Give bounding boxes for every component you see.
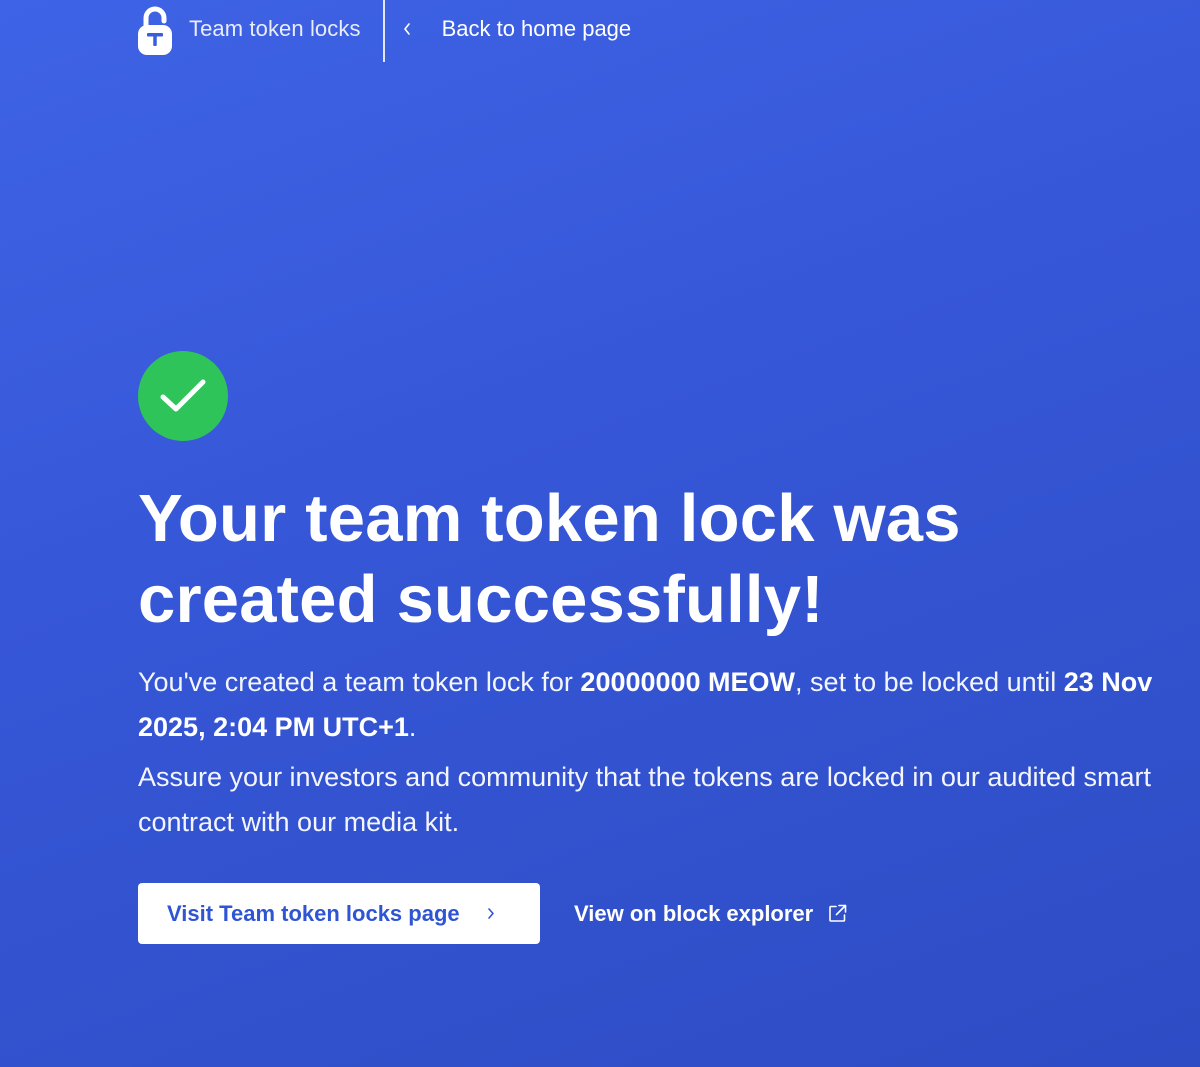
visit-button-label: Visit Team token locks page	[167, 900, 460, 926]
padlock-icon	[138, 6, 172, 55]
visit-team-token-locks-button[interactable]: Visit Team token locks page	[138, 883, 540, 944]
external-link-icon	[829, 904, 847, 922]
summary-intro: You've created a team token lock for	[138, 667, 581, 697]
assurance-text: Assure your investors and community that…	[138, 762, 1152, 837]
explorer-link-label: View on block explorer	[574, 900, 814, 926]
page-title-line-2: created successfully!	[138, 562, 824, 637]
page-title-line-1: Your team token lock was	[138, 481, 961, 556]
lock-amount: 20000000 MEOW	[580, 667, 796, 697]
top-navigation: Team token locks Back to home page	[138, 0, 631, 62]
checkmark-icon	[160, 379, 206, 412]
lock-summary: You've created a team token lock for 200…	[138, 660, 1198, 750]
header-divider	[382, 0, 385, 62]
action-row: Visit Team token locks page View on bloc…	[138, 883, 847, 944]
chevron-left-icon	[403, 23, 410, 35]
summary-end: .	[408, 712, 417, 742]
page-title: Your team token lock was created success…	[138, 478, 1138, 640]
back-link-label: Back to home page	[441, 16, 632, 41]
description: You've created a team token lock for 200…	[138, 660, 1198, 845]
back-to-home-link[interactable]: Back to home page	[402, 0, 632, 58]
brand-name: Team token locks	[189, 16, 361, 41]
success-badge	[138, 351, 228, 441]
brand[interactable]: Team token locks	[138, 0, 361, 58]
view-on-block-explorer-link[interactable]: View on block explorer	[574, 901, 847, 927]
summary-middle: , set to be locked until	[795, 667, 1064, 697]
chevron-right-icon	[487, 908, 494, 919]
